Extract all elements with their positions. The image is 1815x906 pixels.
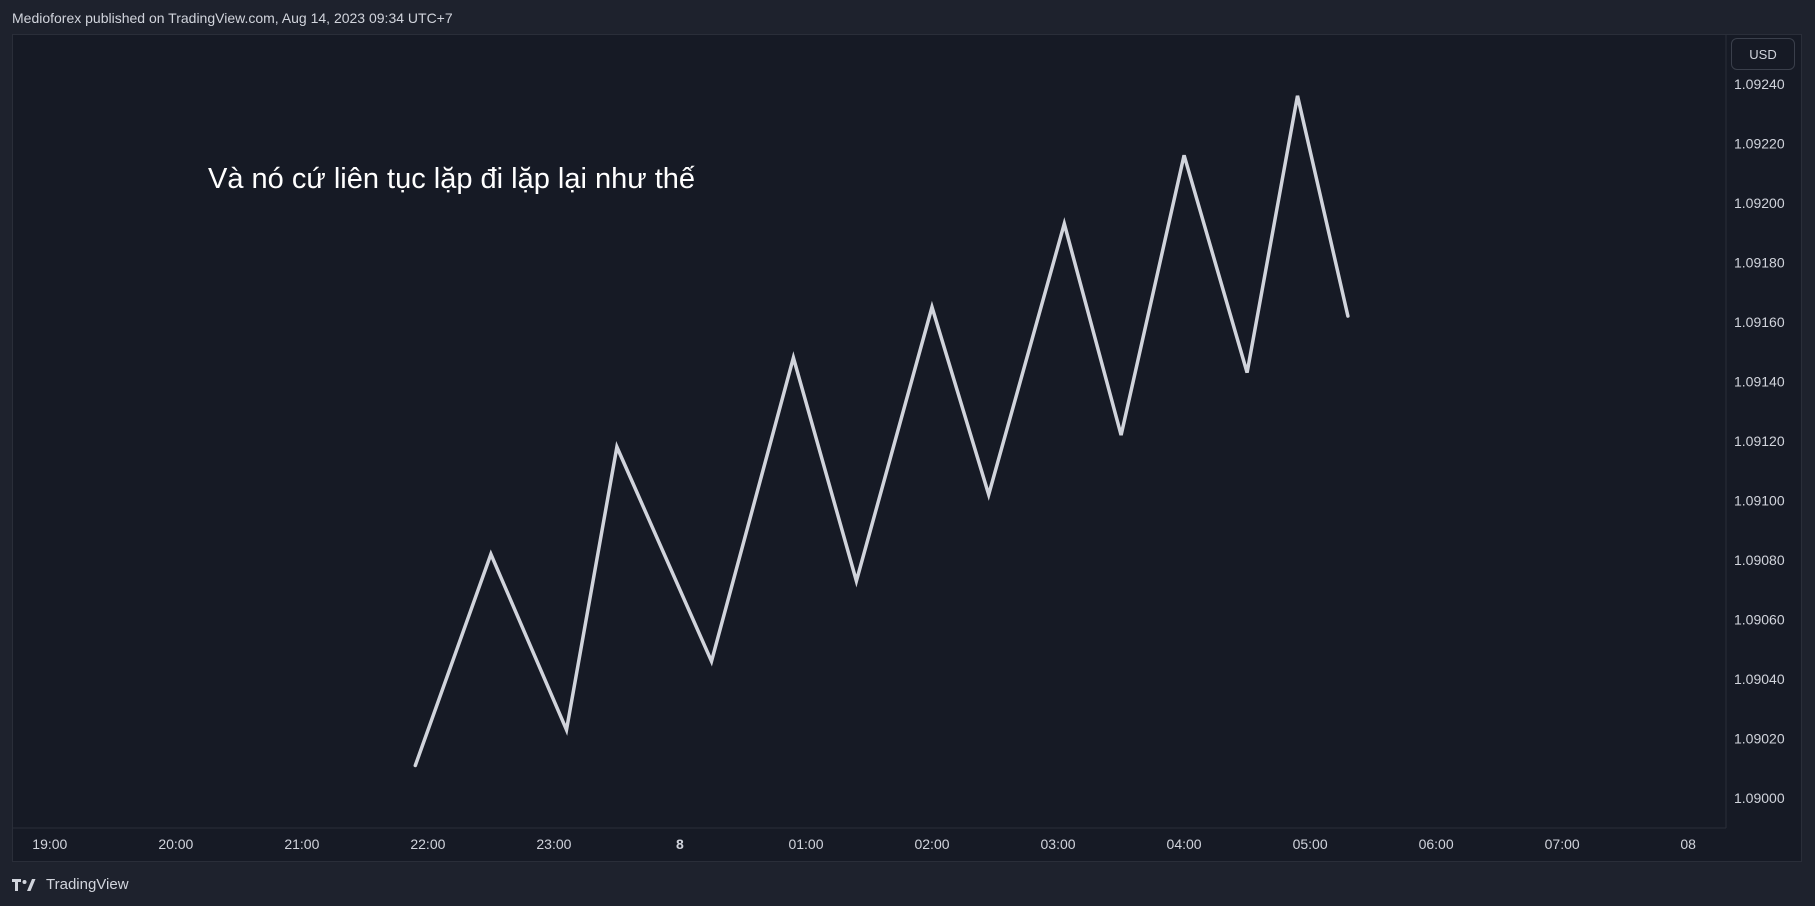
price-line-series <box>413 95 1350 768</box>
price-tick-label: 1.09000 <box>1734 790 1785 806</box>
price-tick-label: 1.09160 <box>1734 314 1785 330</box>
price-line-chart[interactable]: 1.09000 1.09020 1.09040 1.09060 1.09080 1.091… <box>0 0 1815 906</box>
time-tick-label: 04:00 <box>1167 836 1202 852</box>
tradingview-chart-page: Medioforex published on TradingView.com,… <box>0 0 1815 906</box>
time-tick-label: 01:00 <box>788 836 823 852</box>
footer-bar: TradingView <box>0 866 1815 906</box>
time-tick-label: 19:00 <box>32 836 67 852</box>
time-tick-label: 02:00 <box>914 836 949 852</box>
tradingview-brand[interactable]: TradingView <box>12 876 129 893</box>
time-tick-label: 8 <box>676 836 684 852</box>
time-tick-label: 23:00 <box>536 836 571 852</box>
currency-button[interactable]: USD <box>1731 38 1795 70</box>
price-tick-label: 1.09140 <box>1734 374 1785 390</box>
price-tick-label: 1.09020 <box>1734 731 1785 747</box>
price-tick-label: 1.09060 <box>1734 612 1785 628</box>
time-tick-label: 07:00 <box>1545 836 1580 852</box>
price-tick-label: 1.09200 <box>1734 195 1785 211</box>
time-tick-label: 05:00 <box>1293 836 1328 852</box>
price-tick-label: 1.09220 <box>1734 135 1785 151</box>
brand-label: TradingView <box>46 876 129 893</box>
time-tick-label: 08 <box>1680 836 1696 852</box>
time-tick-label: 03:00 <box>1041 836 1076 852</box>
price-tick-label: 1.09040 <box>1734 671 1785 687</box>
price-tick-label: 1.09240 <box>1734 76 1785 92</box>
price-tick-label: 1.09100 <box>1734 493 1785 509</box>
time-tick-label: 20:00 <box>158 836 193 852</box>
chart-annotation-text: Và nó cứ liên tục lặp đi lặp lại như thế <box>208 163 695 195</box>
tradingview-logo-icon <box>12 878 36 891</box>
price-tick-label: 1.09180 <box>1734 254 1785 270</box>
time-tick-label: 21:00 <box>284 836 319 852</box>
time-tick-label: 22:00 <box>410 836 445 852</box>
price-tick-label: 1.09080 <box>1734 552 1785 568</box>
time-tick-label: 06:00 <box>1419 836 1454 852</box>
price-tick-label: 1.09120 <box>1734 433 1785 449</box>
